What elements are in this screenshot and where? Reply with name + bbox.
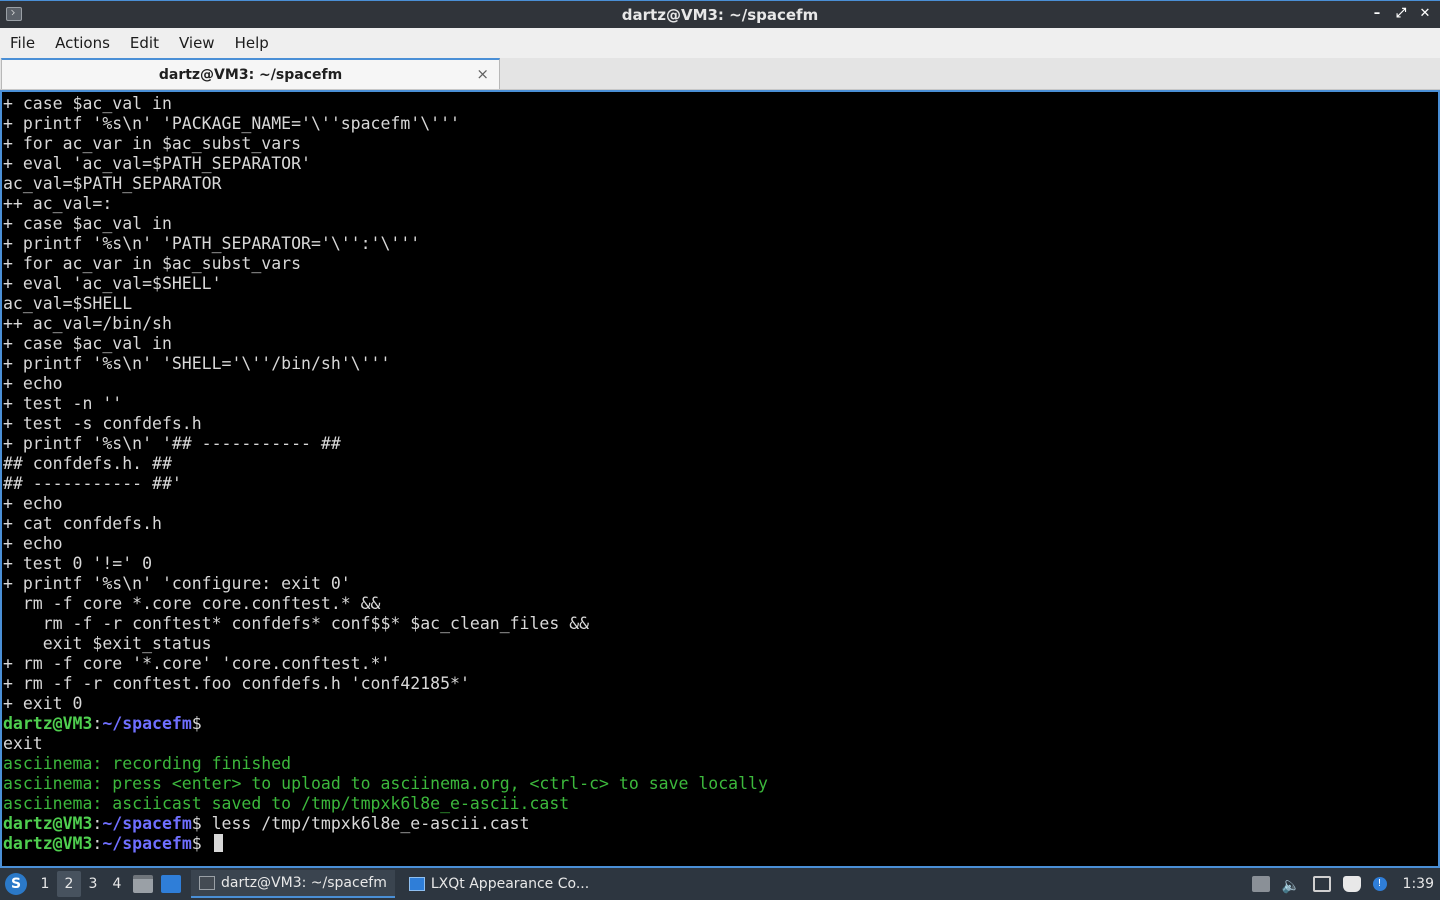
terminal-line: + printf '%s\n' 'PATH_SEPARATOR='\'':'\'… <box>3 234 421 253</box>
window-title: dartz@VM3: ~/spacefm <box>621 5 819 24</box>
terminal-line: ac_val=$SHELL <box>3 294 133 313</box>
terminal-line: + case $ac_val in <box>3 94 172 113</box>
prompt-path: ~/spacefm <box>102 834 192 853</box>
tab-close-icon[interactable]: × <box>476 65 489 83</box>
tray-box-icon[interactable] <box>1251 876 1270 892</box>
terminal-line: + printf '%s\n' 'configure: exit 0' <box>3 574 351 593</box>
terminal-line: rm -f -r conftest* confdefs* conf$$* $ac… <box>3 614 590 633</box>
command-text: less /tmp/tmpxk6l8e_e-ascii.cast <box>201 814 530 833</box>
terminal-line: + test -n '' <box>3 394 123 413</box>
terminal-line: ## confdefs.h. ## <box>3 454 172 473</box>
terminal-line: + cat confdefs.h <box>3 514 162 533</box>
menu-view[interactable]: View <box>172 28 222 58</box>
terminal-icon <box>199 876 215 890</box>
terminal-line: exit $exit_status <box>3 634 212 653</box>
terminal-line: + case $ac_val in <box>3 334 172 353</box>
prompt-user: dartz@VM3 <box>3 834 93 853</box>
task-label: dartz@VM3: ~/spacefm <box>221 875 387 891</box>
text-cursor <box>213 834 223 852</box>
trace-output: + case $ac_val in + printf '%s\n' 'PACKAG… <box>3 94 1438 714</box>
clock[interactable]: 1:39 <box>1403 876 1434 892</box>
terminal-line: + test 0 '!=' 0 <box>3 554 153 573</box>
menu-help[interactable]: Help <box>228 28 276 58</box>
file-manager-icon[interactable] <box>133 875 153 893</box>
taskbar: S 1 2 3 4 dartz@VM3: ~/spacefm LXQt Appe… <box>0 868 1440 900</box>
desktop-switch-3[interactable]: 3 <box>81 871 105 897</box>
prompt-line: dartz@VM3:~/spacefm$ <box>3 714 1438 734</box>
volume-icon[interactable]: 🔈 <box>1282 876 1301 894</box>
tab-terminal[interactable]: dartz@VM3: ~/spacefm × <box>1 58 500 89</box>
prompt-line: dartz@VM3:~/spacefm$ less /tmp/tmpxk6l8e… <box>3 814 1438 834</box>
minimize-button[interactable]: – <box>1370 5 1384 23</box>
tab-label: dartz@VM3: ~/spacefm <box>158 66 343 83</box>
network-icon[interactable] <box>1312 876 1331 892</box>
terminal-line: ++ ac_val=: <box>3 194 113 213</box>
asciinema-line: asciinema: recording finished <box>3 754 292 773</box>
desktop-switch-2[interactable]: 2 <box>57 871 81 897</box>
terminal-line: + echo <box>3 534 63 553</box>
terminal-line: + printf '%s\n' 'SHELL='\''/bin/sh'\''' <box>3 354 391 373</box>
terminal-line: + for ac_var in $ac_subst_vars <box>3 254 302 273</box>
terminal-line: ac_val=$PATH_SEPARATOR <box>3 174 222 193</box>
terminal-line: + echo <box>3 494 63 513</box>
task-label: LXQt Appearance Co... <box>430 876 590 892</box>
terminal-line: + eval 'ac_val=$PATH_SEPARATOR' <box>3 154 311 173</box>
prompt-path: ~/spacefm <box>102 814 192 833</box>
appearance-icon <box>408 877 425 891</box>
prompt-user: dartz@VM3 <box>3 814 93 833</box>
menu-edit[interactable]: Edit <box>123 28 166 58</box>
menu-bar: File Actions Edit View Help <box>0 28 1440 58</box>
prompt-line-current: dartz@VM3:~/spacefm$ <box>3 834 1438 854</box>
exit-line: exit <box>3 734 43 753</box>
show-desktop-icon[interactable] <box>161 875 181 893</box>
desktop-switch-1[interactable]: 1 <box>33 871 57 897</box>
asciinema-line: asciinema: press <enter> to upload to as… <box>3 774 768 793</box>
terminal-line: + exit 0 <box>3 694 83 713</box>
task-terminal[interactable]: dartz@VM3: ~/spacefm <box>191 870 395 898</box>
prompt-symbol: $ <box>191 714 202 733</box>
terminal-line: + rm -f -r conftest.foo confdefs.h 'conf… <box>3 674 470 693</box>
terminal-line: ## ----------- ##' <box>3 474 182 493</box>
terminal-output[interactable]: + case $ac_val in + printf '%s\n' 'PACKAG… <box>0 90 1440 868</box>
system-tray: 🔈 ! 1:39 <box>1251 868 1440 900</box>
prompt-user: dartz@VM3 <box>3 714 93 733</box>
prompt-symbol: $ <box>191 814 202 833</box>
prompt-path: ~/spacefm <box>102 714 192 733</box>
terminal-line: ++ ac_val=/bin/sh <box>3 314 172 333</box>
prompt-separator: : <box>92 814 103 833</box>
notification-icon[interactable]: ! <box>1372 877 1387 891</box>
terminal-line: + for ac_var in $ac_subst_vars <box>3 134 302 153</box>
menu-actions[interactable]: Actions <box>48 28 117 58</box>
window-title-bar: dartz@VM3: ~/spacefm – ⤢ ✕ <box>0 0 1440 28</box>
clipboard-icon[interactable] <box>1342 876 1361 892</box>
terminal-line: rm -f core *.core core.conftest.* && <box>3 594 381 613</box>
prompt-separator: : <box>92 834 103 853</box>
task-appearance[interactable]: LXQt Appearance Co... <box>401 870 597 898</box>
prompt-separator: : <box>92 714 103 733</box>
close-button[interactable]: ✕ <box>1418 5 1432 23</box>
terminal-line: + printf '%s\n' '## ----------- ## <box>3 434 341 453</box>
start-menu-icon[interactable]: S <box>5 873 27 895</box>
desktop-switch-4[interactable]: 4 <box>105 871 129 897</box>
terminal-line: + eval 'ac_val=$SHELL' <box>3 274 222 293</box>
terminal-app-icon <box>6 7 22 21</box>
terminal-line: + test -s confdefs.h <box>3 414 202 433</box>
command-input[interactable] <box>202 834 212 853</box>
terminal-line: + rm -f core '*.core' 'core.conftest.*' <box>3 654 391 673</box>
maximize-button[interactable]: ⤢ <box>1394 5 1408 23</box>
terminal-line: + case $ac_val in <box>3 214 172 233</box>
menu-file[interactable]: File <box>3 28 42 58</box>
terminal-line: + printf '%s\n' 'PACKAGE_NAME='\''spacef… <box>3 114 460 133</box>
tab-bar: dartz@VM3: ~/spacefm × <box>0 58 1440 90</box>
asciinema-line: asciinema: asciicast saved to /tmp/tmpxk… <box>3 794 570 813</box>
terminal-line: + echo <box>3 374 63 393</box>
window-controls: – ⤢ ✕ <box>1370 5 1432 23</box>
prompt-symbol: $ <box>191 834 202 853</box>
